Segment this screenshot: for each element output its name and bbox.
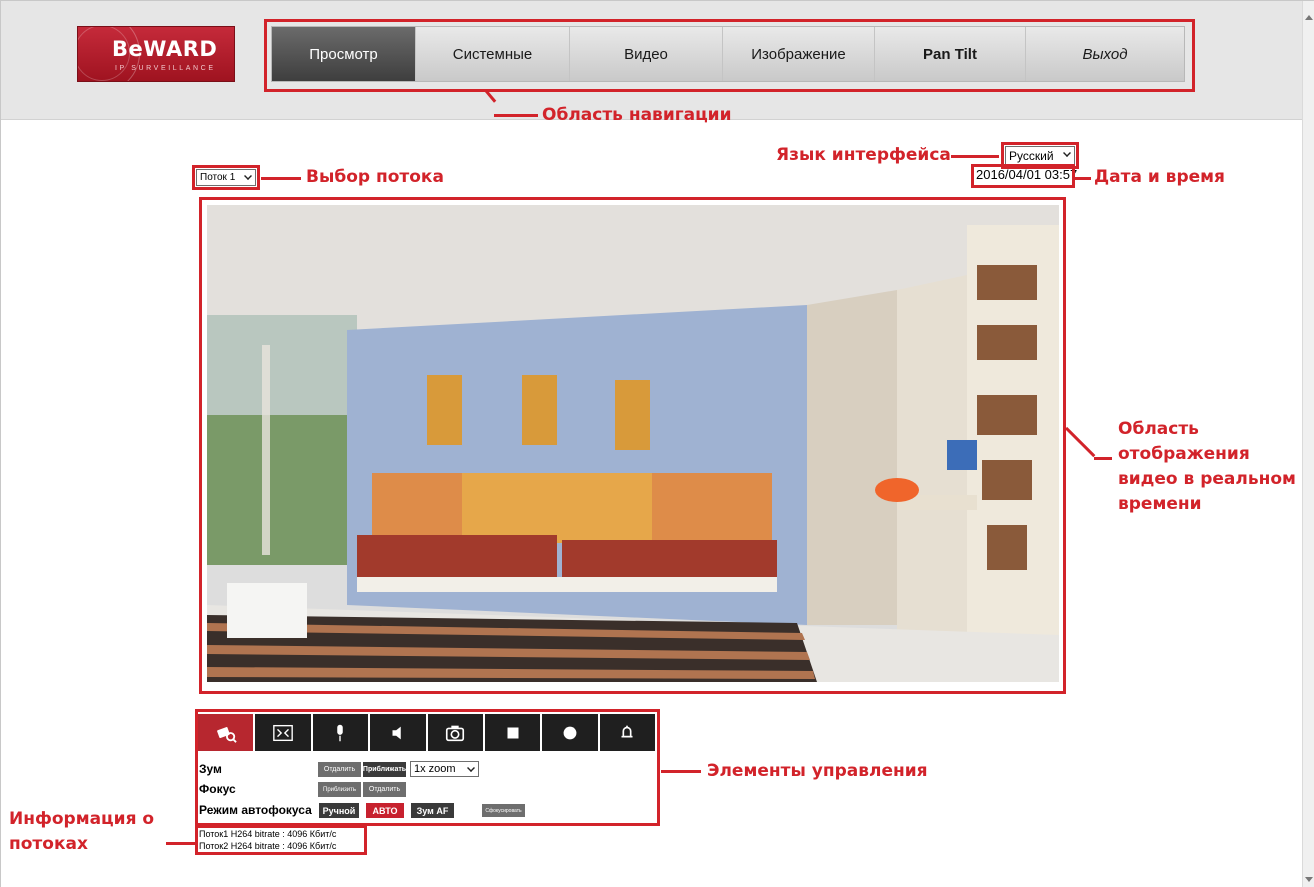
stream-info-annotation-line-2: потоках (9, 834, 88, 854)
video-annotation-line-1: Область (1118, 419, 1199, 439)
video-annotation-line-b (1094, 457, 1112, 460)
datetime-highlight (971, 164, 1075, 188)
scroll-down-icon[interactable] (1305, 877, 1313, 882)
controls-highlight (195, 709, 660, 826)
nav-annotation-line-b (494, 114, 538, 117)
datetime-annotation-line (1075, 177, 1091, 180)
language-annotation: Язык интерфейса (776, 145, 951, 165)
nav-area-annotation: Область навигации (542, 105, 732, 125)
page-scrollbar[interactable] (1302, 1, 1314, 887)
video-annotation-line-3: видео в реальном (1118, 469, 1296, 489)
language-annotation-line (951, 155, 999, 158)
logo-tagline: IP SURVEILLANCE (115, 65, 216, 72)
logo-brand: BeWARD (112, 37, 218, 61)
beward-logo: BeWARD IP SURVEILLANCE (77, 26, 235, 82)
controls-annotation-line (661, 770, 701, 773)
stream-info-annotation-line (166, 842, 195, 845)
video-annotation-line-a (1065, 426, 1096, 458)
controls-annotation: Элементы управления (707, 761, 928, 781)
datetime-annotation: Дата и время (1094, 167, 1225, 187)
stream-annotation-line (261, 177, 301, 180)
stream-info-annotation-line-1: Информация о (9, 809, 155, 829)
video-annotation-line-4: времени (1118, 494, 1202, 514)
video-area-annotation: Область отображения видео в реальном вре… (1118, 417, 1298, 517)
stream-info-annotation: Информация о потоках (9, 807, 169, 857)
camera-web-interface: BeWARD IP SURVEILLANCE Просмотр Системны… (0, 0, 1314, 887)
nav-area-highlight (264, 19, 1195, 92)
scroll-up-icon[interactable] (1305, 15, 1313, 20)
video-area-highlight (199, 197, 1066, 694)
stream-info-highlight (195, 825, 367, 855)
video-annotation-line-2: отображения (1118, 444, 1250, 464)
stream-select-highlight (192, 165, 260, 190)
stream-choice-annotation: Выбор потока (306, 167, 444, 187)
